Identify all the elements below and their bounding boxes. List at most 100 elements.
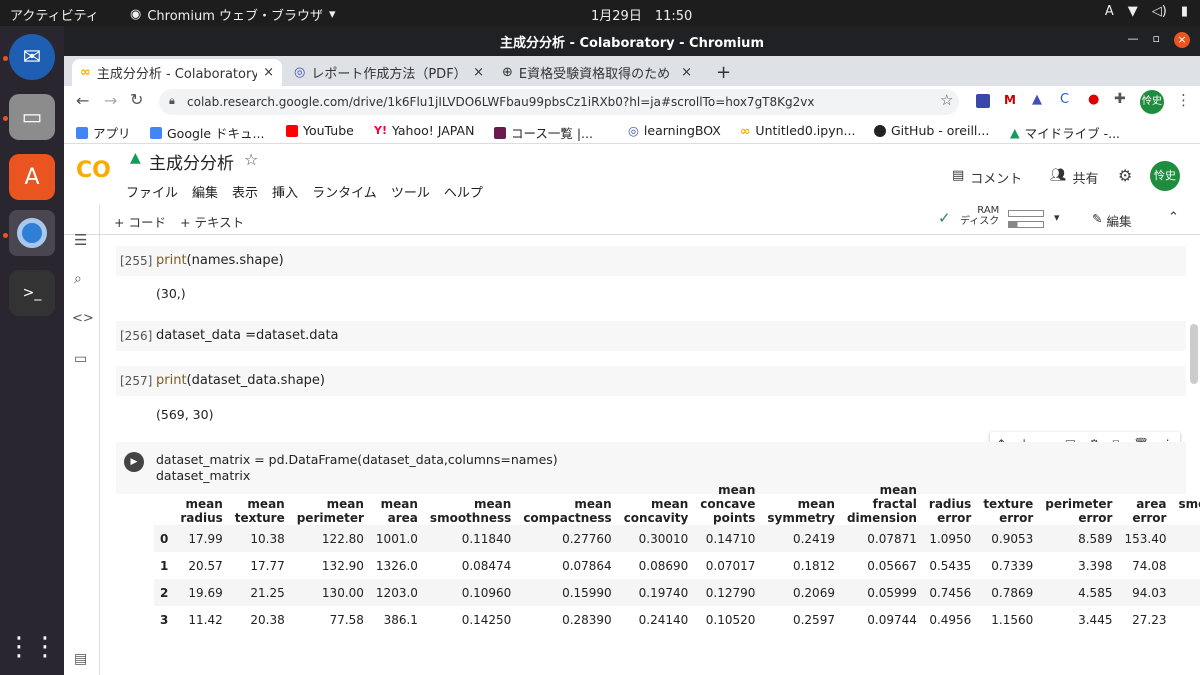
input-method[interactable]: A <box>1105 4 1114 19</box>
extension-icon[interactable] <box>976 94 990 108</box>
column-header-part: area <box>1136 497 1167 511</box>
extension-dot-icon[interactable]: ● <box>1088 92 1099 107</box>
tab-report[interactable]: ◎ レポート作成方法（PDF） × <box>286 59 492 86</box>
table-cell: 4.585 <box>1039 579 1119 606</box>
settings-gear-icon[interactable]: ⚙ <box>1118 166 1132 185</box>
code-cell-256[interactable]: [256] dataset_data =dataset.data <box>116 321 1186 351</box>
user-avatar[interactable]: 怜史 <box>1150 161 1180 191</box>
code-cell-255[interactable]: [255] print(names.shape) <box>116 246 1186 276</box>
extension-c-icon[interactable]: C <box>1060 92 1069 107</box>
pencil-icon: ✎ <box>1092 211 1103 226</box>
tab-close-icon[interactable]: × <box>681 65 692 80</box>
chrome-menu-icon[interactable]: ⋮ <box>1176 91 1191 109</box>
cell-code[interactable]: print(names.shape) <box>156 253 284 268</box>
close-window-icon[interactable]: × <box>1174 32 1190 48</box>
table-cell: 0.5435 <box>929 558 972 573</box>
address-bar[interactable]: 🔒︎ colab.research.google.com/drive/1k6Flu… <box>159 89 959 115</box>
gmail-icon[interactable]: M <box>1004 93 1016 107</box>
colab-favicon: ∞ <box>80 65 91 80</box>
cell-code[interactable]: dataset_data =dataset.data <box>156 328 339 343</box>
bookmark-star-icon[interactable]: ☆ <box>940 91 953 109</box>
bookmark-my-drive[interactable]: ▲ マイドライブ -... <box>1010 123 1120 142</box>
table-cell: 1203.0 <box>369 579 424 606</box>
add-code-button[interactable]: + コード <box>114 212 166 231</box>
reload-icon[interactable]: ↻ <box>130 90 143 109</box>
profile-avatar[interactable]: 怜史 <box>1140 90 1164 114</box>
menu-insert[interactable]: 挿入 <box>272 182 298 201</box>
menu-view[interactable]: 表示 <box>232 182 258 201</box>
system-tray[interactable]: A ▼ ◁) ▮ <box>1105 4 1188 19</box>
star-icon[interactable]: ☆ <box>244 150 258 169</box>
menu-file[interactable]: ファイル <box>126 182 178 201</box>
ram-label: RAM <box>977 205 1000 216</box>
files-folder-icon[interactable]: ▭ <box>74 351 87 367</box>
menu-edit[interactable]: 編集 <box>192 182 218 201</box>
share-button[interactable]: 👥︎ 共有 <box>1050 168 1099 187</box>
terminal-icon[interactable]: >_ <box>9 270 55 316</box>
cell-code[interactable]: print(dataset_data.shape) <box>156 373 325 388</box>
activities-button[interactable]: アクティビティ <box>10 5 99 24</box>
bookmark-untitled0[interactable]: ∞ Untitled0.ipyn... <box>740 123 855 138</box>
colab-logo[interactable]: CO <box>76 158 111 183</box>
bookmark-course-list[interactable]: コース一覧 |... <box>494 123 593 142</box>
edit-mode-button[interactable]: ✎ 編集 <box>1092 211 1132 230</box>
search-icon[interactable]: ⌕ <box>74 271 82 287</box>
window-title: 主成分分析 - Colaboratory - Chromium <box>500 35 764 51</box>
code-function: print <box>156 253 187 268</box>
table-of-contents-icon[interactable]: ☰ <box>74 231 87 249</box>
resource-dropdown-icon[interactable]: ▾ <box>1054 211 1060 224</box>
bookmark-apps[interactable]: アプリ <box>76 123 131 142</box>
chromium-dock-icon[interactable] <box>9 210 55 256</box>
collapse-header-icon[interactable]: ⌃ <box>1168 210 1179 225</box>
table-cell: 0.07017 <box>705 558 756 573</box>
menu-runtime[interactable]: ランタイム <box>312 182 377 201</box>
code-snippets-icon[interactable]: <> <box>72 311 94 326</box>
show-apps-icon[interactable]: ⋮⋮ <box>6 624 58 670</box>
bookmark-youtube[interactable]: YouTube <box>286 123 354 138</box>
menu-bar: ファイル 編集 表示 挿入 ランタイム ツール ヘルプ <box>126 182 483 201</box>
back-icon[interactable]: ← <box>76 91 89 110</box>
comment-button[interactable]: ▤ コメント <box>952 168 1022 187</box>
files-icon[interactable]: ▭ <box>9 94 55 140</box>
table-cell: 21.25 <box>228 579 291 606</box>
bookmark-label: YouTube <box>303 123 354 138</box>
table-cell: 8.589 <box>1039 525 1119 552</box>
bookmark-github[interactable]: GitHub - oreill... <box>874 123 989 138</box>
menu-help[interactable]: ヘルプ <box>444 182 483 201</box>
cell-code-line1[interactable]: dataset_matrix = pd.DataFrame(dataset_da… <box>156 452 558 467</box>
tab-colaboratory[interactable]: ∞ 主成分分析 - Colaboratory × <box>72 59 282 86</box>
notebook-title[interactable]: 主成分分析 <box>149 149 234 174</box>
extensions-puzzle-icon[interactable]: ✚ <box>1114 91 1126 107</box>
extension-cap-icon[interactable]: ▲ <box>1032 92 1042 107</box>
code-cell-257[interactable]: [257] print(dataset_data.shape) <box>116 366 1186 396</box>
clock[interactable]: 1月29日 11:50 <box>591 5 692 24</box>
cell-execution-count: [257] <box>120 374 153 388</box>
new-tab-button[interactable]: + <box>708 59 739 86</box>
table-cell: 0.30010 <box>617 525 695 552</box>
table-cell: 0.05999 <box>840 579 923 606</box>
notebook-toolbar: + コード + テキスト ✓ RAM ディスク ▾ ✎ 編集 ⌃ <box>64 205 1200 235</box>
column-header-part: points <box>713 511 756 525</box>
maximize-icon[interactable]: ▫ <box>1153 32 1160 48</box>
terminal-panel-icon[interactable]: ▤ <box>74 651 87 667</box>
menu-tools[interactable]: ツール <box>391 182 430 201</box>
app-menu[interactable]: ◉ Chromium ウェブ・ブラウザ ▾ <box>130 5 336 24</box>
scrollbar-thumb[interactable] <box>1190 324 1198 384</box>
minimize-icon[interactable]: — <box>1128 32 1139 48</box>
table-row: 0 17.99 10.38 122.80 1001.0 0.11840 0.27760 0.3… <box>154 525 1200 552</box>
resource-monitor[interactable]: RAM ディスク <box>960 205 999 227</box>
tab-close-icon[interactable]: × <box>263 65 274 80</box>
bookmark-google-docs[interactable]: Google ドキュ... <box>150 123 264 142</box>
run-cell-icon[interactable]: ▶ <box>124 452 144 472</box>
drive-title-icon: ▲ <box>130 150 141 166</box>
add-text-button[interactable]: + テキスト <box>180 212 244 231</box>
column-header-part: error <box>1132 511 1167 525</box>
course-icon <box>494 126 506 139</box>
forward-icon[interactable]: → <box>104 91 117 110</box>
tab-close-icon[interactable]: × <box>473 65 484 80</box>
bookmark-yahoo[interactable]: Y! Yahoo! JAPAN <box>374 123 474 138</box>
thunderbird-icon[interactable]: ✉ <box>9 34 55 80</box>
bookmark-learningbox[interactable]: ◎ learningBOX <box>628 123 721 138</box>
tab-e-shikaku[interactable]: ⊕ E資格受験資格取得のため × <box>494 59 700 86</box>
software-center-icon[interactable]: A <box>9 154 55 200</box>
